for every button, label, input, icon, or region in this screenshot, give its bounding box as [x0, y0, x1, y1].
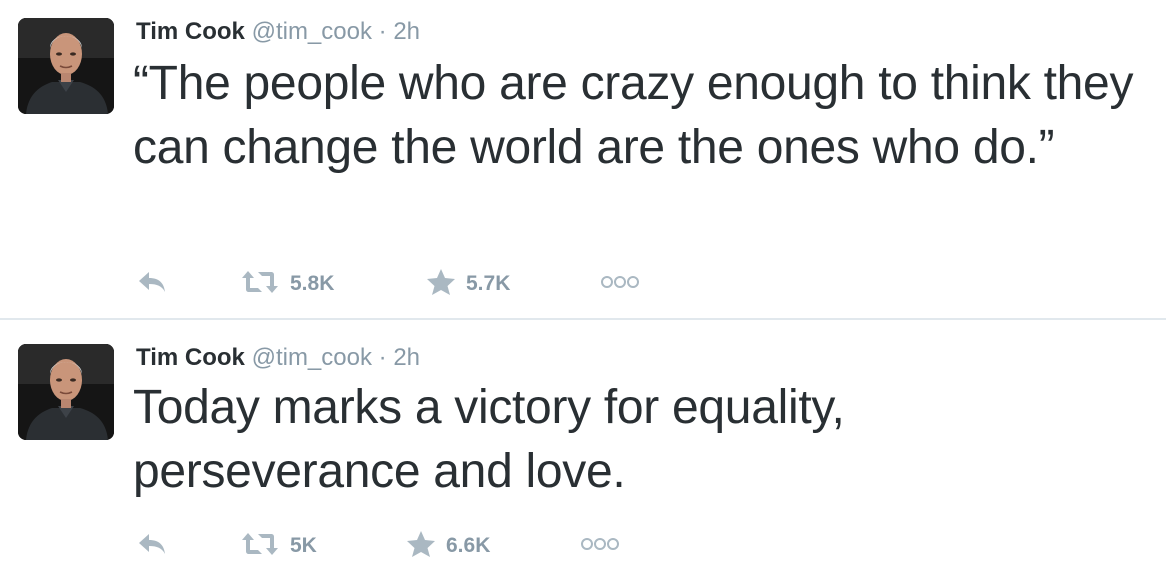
tweet-actions: 5.8K 5.7K [136, 266, 736, 302]
more-options-icon [600, 275, 640, 294]
retweet-icon [240, 269, 280, 300]
separator-dot: · [378, 344, 387, 371]
tweet-header: Tim Cook @tim_cook · 2h [136, 344, 420, 372]
more-options-button[interactable] [580, 528, 620, 564]
retweet-count: 5.8K [290, 272, 335, 295]
more-options-icon [580, 537, 620, 556]
separator-dot: · [378, 18, 387, 45]
author-handle[interactable]: @tim_cook [252, 18, 372, 45]
favorite-button[interactable]: 6.6K [406, 528, 490, 564]
retweet-count: 5K [290, 534, 317, 557]
tweet-actions: 5K 6.6K [136, 528, 736, 564]
reply-icon [136, 269, 168, 300]
retweet-button[interactable]: 5.8K [240, 266, 334, 302]
author-name[interactable]: Tim Cook [136, 344, 245, 371]
avatar[interactable] [18, 344, 114, 440]
favorite-count: 6.6K [446, 534, 491, 557]
tweet-text: Today marks a victory for equality, pers… [133, 381, 845, 498]
reply-button[interactable] [136, 266, 168, 302]
reply-button[interactable] [136, 528, 168, 564]
favorite-star-icon [426, 268, 456, 301]
tweet-text: “The people who are crazy enough to thin… [133, 57, 1134, 174]
more-options-button[interactable] [600, 266, 640, 302]
author-name[interactable]: Tim Cook [136, 18, 245, 45]
favorite-button[interactable]: 5.7K [426, 266, 510, 302]
timestamp[interactable]: 2h [393, 344, 420, 371]
author-handle[interactable]: @tim_cook [252, 344, 372, 371]
retweet-icon [240, 531, 280, 562]
favorite-count: 5.7K [466, 272, 511, 295]
tweet[interactable]: Tim Cook @tim_cook · 2h “The people who … [0, 0, 1166, 318]
timestamp[interactable]: 2h [393, 18, 420, 45]
tweet-header: Tim Cook @tim_cook · 2h [136, 18, 420, 46]
tweet[interactable]: Tim Cook @tim_cook · 2h Today marks a vi… [0, 320, 1166, 576]
reply-icon [136, 531, 168, 562]
retweet-button[interactable]: 5K [240, 528, 317, 564]
avatar[interactable] [18, 18, 114, 114]
favorite-star-icon [406, 530, 436, 563]
